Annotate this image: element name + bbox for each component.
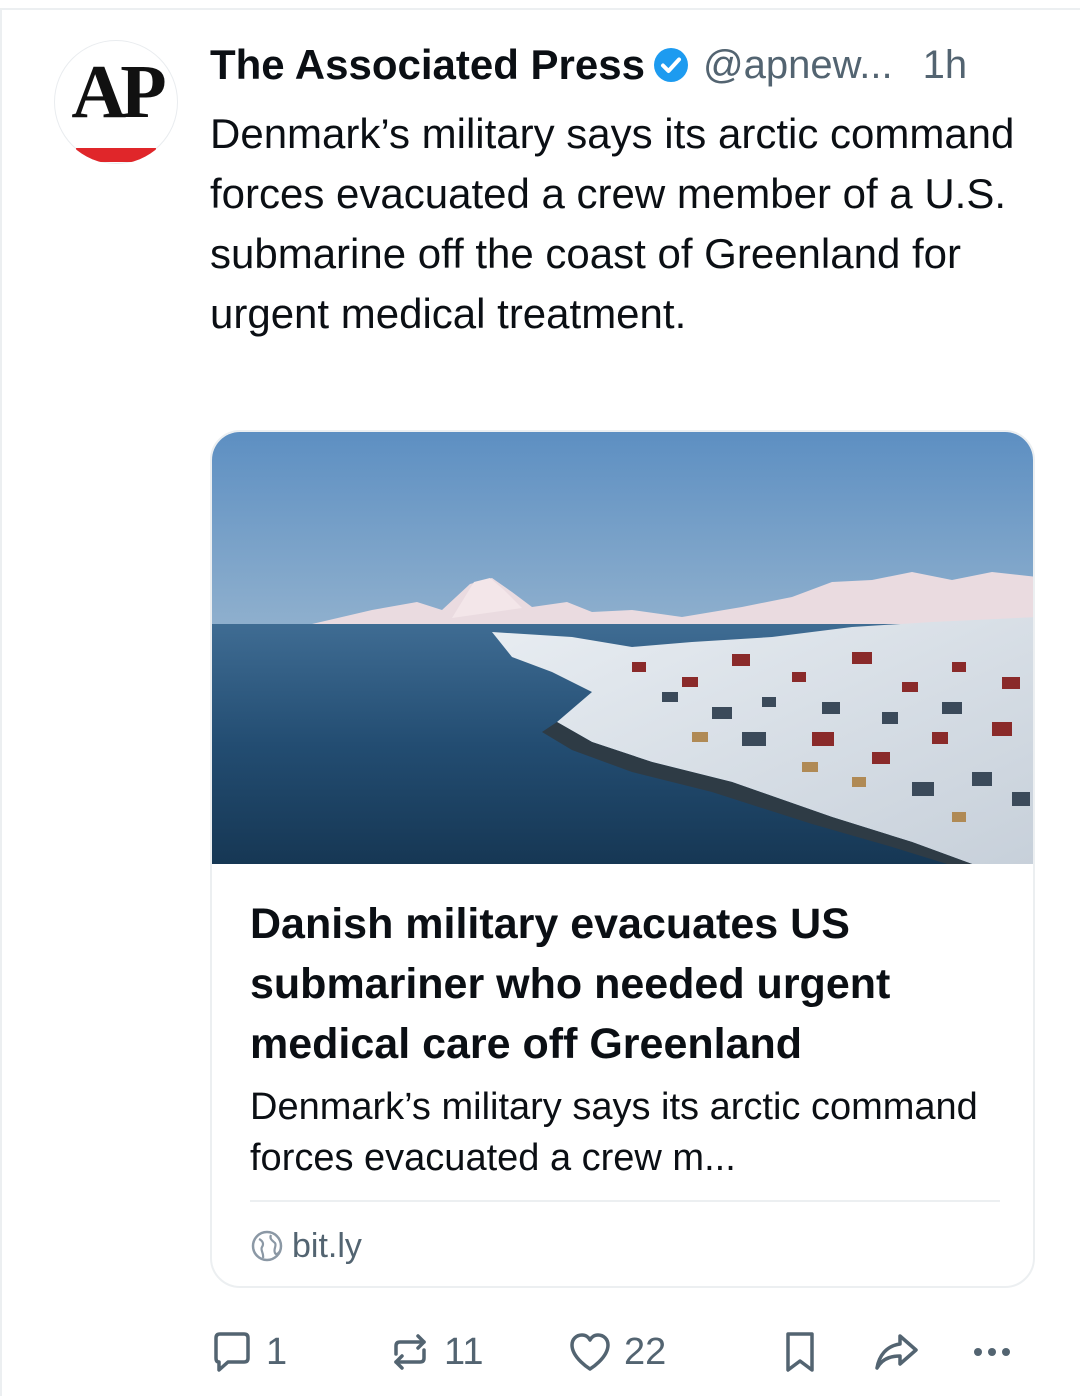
bookmark-button[interactable] [776, 1322, 824, 1382]
account-name[interactable]: The Associated Press [210, 41, 645, 89]
more-button[interactable] [968, 1322, 1016, 1382]
link-card[interactable]: Danish military evacuates US submariner … [210, 430, 1035, 1288]
repost-count: 11 [444, 1330, 484, 1373]
more-dots-icon [974, 1348, 1010, 1356]
like-count: 22 [624, 1330, 667, 1373]
like-button[interactable]: 22 [566, 1322, 666, 1382]
link-card-domain[interactable]: bit.ly [250, 1224, 362, 1268]
top-divider [0, 8, 1080, 10]
globe-icon [251, 1230, 283, 1262]
repost-button[interactable]: 11 [386, 1322, 483, 1382]
post-text: Denmark’s military says its arctic comma… [210, 110, 1015, 337]
verified-badge-icon [653, 48, 688, 82]
link-card-description: Denmark’s military says its arctic comma… [250, 1086, 978, 1179]
bookmark-icon [786, 1332, 814, 1372]
reply-count: 1 [266, 1330, 288, 1373]
link-card-domain-text: bit.ly [292, 1226, 362, 1265]
avatar[interactable]: AP [54, 40, 178, 164]
post-header: The Associated Press @apnew... 1h [210, 40, 967, 90]
account-handle[interactable]: @apnew... [703, 43, 893, 88]
share-button[interactable] [872, 1322, 920, 1382]
link-card-title[interactable]: Danish military evacuates US submariner … [250, 894, 1010, 1074]
reply-icon [214, 1332, 250, 1372]
avatar-logo-bar [76, 148, 156, 162]
link-card-divider [250, 1200, 1000, 1202]
post-timestamp[interactable]: 1h [923, 43, 968, 88]
reply-button[interactable]: 1 [208, 1322, 287, 1382]
post-actions: 1 11 22 [0, 1322, 1080, 1382]
heart-icon [570, 1333, 610, 1371]
repost-icon [394, 1334, 426, 1370]
share-icon [875, 1334, 918, 1370]
link-card-image [212, 432, 1033, 864]
left-divider [0, 8, 2, 1396]
avatar-logo-text: AP [71, 50, 166, 134]
